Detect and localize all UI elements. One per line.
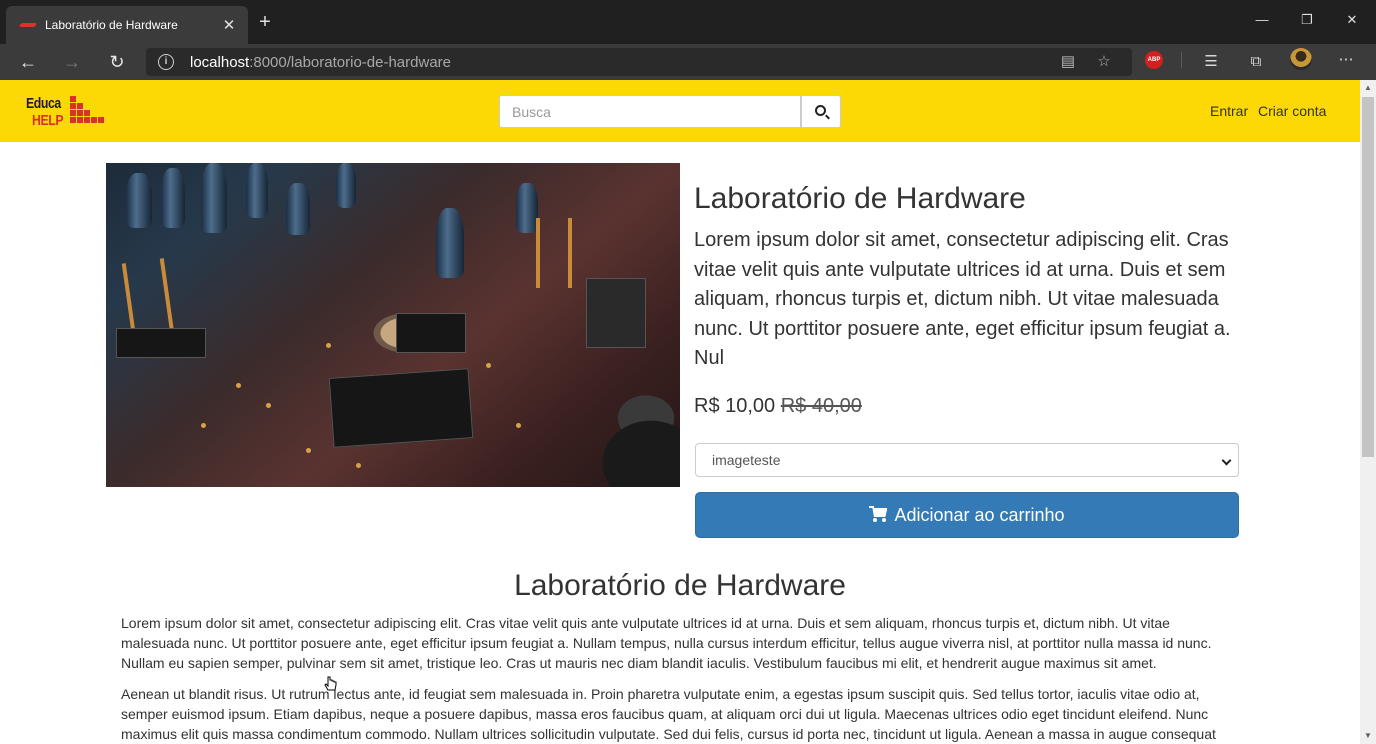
new-tab-button[interactable]: + <box>254 12 276 32</box>
browser-tab[interactable]: Laboratório de Hardware ✕ <box>6 6 248 44</box>
add-to-cart-button[interactable]: Adicionar ao carrinho <box>695 492 1239 538</box>
refresh-icon[interactable]: ↻ <box>105 51 129 73</box>
product-price: R$ 10,00 R$ 40,00 <box>694 395 862 418</box>
login-link[interactable]: Entrar <box>1210 103 1248 119</box>
logo-text-educa: Educa <box>26 95 61 112</box>
add-to-cart-label: Adicionar ao carrinho <box>894 505 1065 525</box>
toolbar-divider <box>1181 52 1182 68</box>
profile-avatar[interactable] <box>1290 48 1312 70</box>
hand-cursor-icon <box>324 676 337 691</box>
product-description: Lorem ipsum dolor sit amet, consectetur … <box>694 229 1231 369</box>
signup-link[interactable]: Criar conta <box>1258 103 1326 119</box>
current-price: R$ 10,00 <box>694 395 776 417</box>
scroll-down-arrow-icon[interactable]: ▼ <box>1360 728 1376 744</box>
product-title: Laboratório de Hardware <box>694 182 1026 215</box>
search-button[interactable] <box>801 95 841 128</box>
details-paragraph-1: Lorem ipsum dolor sit amet, consectetur … <box>121 615 1212 671</box>
collections-icon[interactable]: ⧉ <box>1245 52 1267 72</box>
site-favicon-icon <box>20 20 36 30</box>
variant-selected-value: imageteste <box>712 452 781 468</box>
variant-select[interactable]: imageteste <box>695 443 1239 477</box>
site-header: Educa HELP Entrar Criar conta <box>0 80 1360 142</box>
page-scrollbar[interactable]: ▲ ▼ <box>1360 80 1376 744</box>
more-menu-icon[interactable]: ⋯ <box>1335 50 1357 70</box>
adblock-extension-icon[interactable]: ABP <box>1145 51 1163 69</box>
scrollbar-thumb[interactable] <box>1362 97 1374 457</box>
old-price: R$ 40,00 <box>780 395 862 417</box>
educahelp-logo[interactable]: Educa HELP <box>26 94 108 132</box>
shopping-cart-icon <box>869 506 889 522</box>
product-image <box>106 163 680 487</box>
forward-arrow-icon[interactable]: → <box>60 51 84 73</box>
logo-blocks-icon <box>70 96 108 130</box>
url-text: localhost:8000/laboratorio-de-hardware <box>190 54 451 71</box>
logo-text-help: HELP <box>32 112 64 129</box>
close-window-icon[interactable]: ✕ <box>1342 12 1362 28</box>
site-info-icon[interactable]: i <box>158 54 174 70</box>
minimize-window-icon[interactable]: — <box>1252 12 1272 27</box>
restore-window-icon[interactable]: ❐ <box>1297 12 1317 28</box>
chevron-down-icon <box>1221 455 1232 466</box>
page-viewport: Educa HELP Entrar Criar conta <box>0 80 1360 744</box>
favorite-star-icon[interactable]: ☆ <box>1094 53 1114 71</box>
search-form <box>499 95 841 128</box>
details-paragraph-2: Aenean ut blandit risus. Ut rutrum lectu… <box>121 686 1216 742</box>
browser-toolbar: ← → ↻ i localhost:8000/laboratorio-de-ha… <box>0 44 1376 80</box>
search-icon <box>815 105 826 116</box>
details-title: Laboratório de Hardware <box>514 569 846 602</box>
scroll-up-arrow-icon[interactable]: ▲ <box>1360 80 1376 96</box>
tab-title: Laboratório de Hardware <box>45 18 178 32</box>
search-input[interactable] <box>499 95 801 128</box>
immersive-reader-icon[interactable]: ▤ <box>1058 53 1078 71</box>
favorites-icon[interactable]: ☰ <box>1200 52 1222 72</box>
close-tab-icon[interactable]: ✕ <box>220 16 238 34</box>
address-bar[interactable]: i localhost:8000/laboratorio-de-hardware… <box>146 48 1132 76</box>
back-arrow-icon[interactable]: ← <box>16 51 40 73</box>
browser-tabstrip: Laboratório de Hardware ✕ + — ❐ ✕ <box>0 0 1376 44</box>
